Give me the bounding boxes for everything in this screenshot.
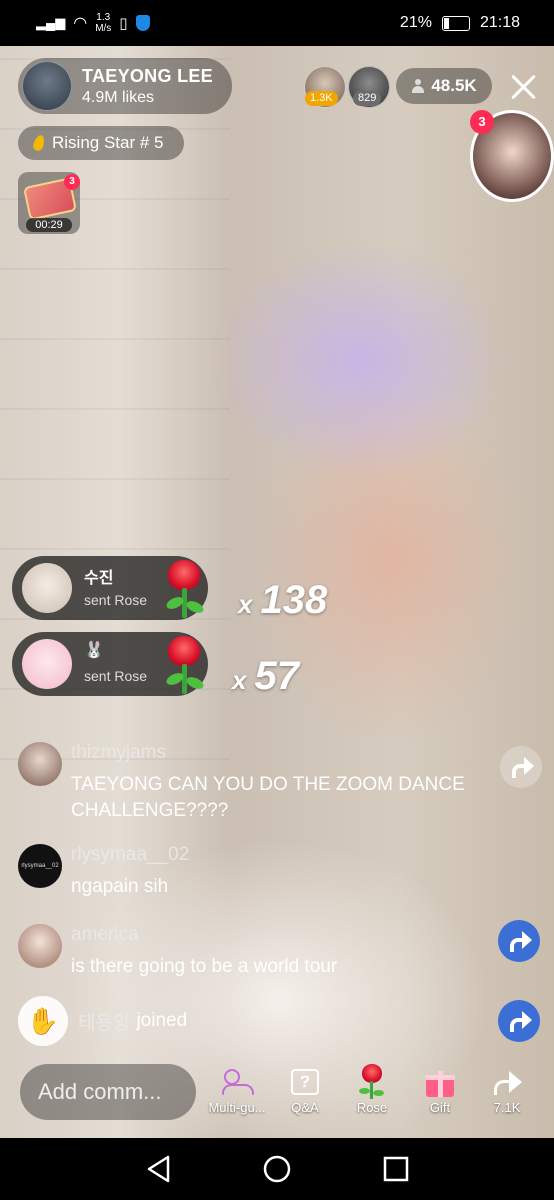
commenter-avatar[interactable]: rlysymaa__02: [18, 844, 62, 888]
battery-icon: [441, 15, 470, 31]
guest-avatar[interactable]: 3: [470, 110, 554, 204]
gift-sender-avatar: [22, 563, 72, 613]
gift-combo-count: x 57: [232, 654, 299, 698]
host-name: TAEYONG LEE: [82, 65, 213, 86]
gift-combo-count: x 138: [238, 578, 328, 622]
joined-username: 태용앙: [78, 1012, 131, 1034]
commenter-username: thizmyjams: [71, 742, 167, 763]
rose-label: Rose: [356, 1100, 388, 1115]
wifi-icon: ◠: [73, 15, 88, 32]
treasure-badge: 3: [64, 174, 80, 190]
comment-text: ngapain sih: [71, 876, 169, 897]
rose-gift-icon: [158, 632, 210, 698]
flame-icon: [31, 133, 47, 153]
gift-sender-name: 수진: [84, 570, 114, 587]
gift-action: sent Rose: [84, 592, 148, 608]
chat-comment[interactable]: thizmyjams TAEYONG CAN YOU DO THE ZOOM D…: [18, 742, 508, 826]
share-button[interactable]: [498, 1000, 540, 1042]
back-triangle-icon: [147, 1155, 170, 1183]
share-comment-button[interactable]: [500, 746, 542, 788]
battery-percent: 21%: [399, 14, 432, 31]
join-notification: ✋ 태용앙 joined: [18, 996, 187, 1046]
qa-button[interactable]: ? Q&A: [272, 1064, 338, 1122]
gift-button[interactable]: Gift: [407, 1064, 473, 1122]
clock: 21:18: [479, 14, 520, 31]
host-likes: 4.9M likes: [82, 88, 155, 106]
vibrate-icon: ▯: [119, 15, 128, 32]
multi-guest-button[interactable]: Multi-gu...: [204, 1064, 270, 1122]
gift-sender-avatar: [22, 639, 72, 689]
share-count: 7.1K: [493, 1100, 521, 1115]
rising-star-pill[interactable]: Rising Star # 5: [18, 126, 184, 160]
recents-square-icon: [383, 1156, 409, 1182]
rose-button[interactable]: Rose: [339, 1064, 405, 1122]
gift-sender-name: 🐰: [84, 642, 104, 659]
status-bar: ▂▄▆ ◠ 1.3 M/s ▯ 21% 21:18: [0, 0, 554, 46]
recents-nav-button[interactable]: [382, 1154, 412, 1184]
comment-input[interactable]: [20, 1064, 196, 1120]
home-nav-button[interactable]: [262, 1154, 292, 1184]
treasure-timer: 00:29: [26, 218, 72, 232]
share-arrow-icon: [491, 1068, 523, 1096]
home-circle-icon: [263, 1155, 291, 1183]
viewer-count: 48.5K: [431, 76, 477, 95]
share-live-button[interactable]: 7.1K: [474, 1064, 540, 1122]
chat-comment[interactable]: rlysymaa__02 rlysymaa__02 ngapain sih: [18, 844, 508, 900]
back-nav-button[interactable]: [146, 1154, 176, 1184]
viewer-count-pill[interactable]: 48.5K: [396, 68, 492, 104]
multi-guest-label: Multi-gu...: [208, 1100, 266, 1115]
network-speed: 1.3 M/s: [95, 12, 112, 34]
commenter-username: america: [71, 924, 139, 945]
signal-icon: ▂▄▆: [36, 15, 66, 30]
share-comment-button[interactable]: [498, 920, 540, 962]
gift-label: Gift: [429, 1100, 451, 1115]
host-avatar[interactable]: [22, 61, 72, 111]
qa-label: Q&A: [291, 1100, 319, 1115]
top-viewer-badge-2: 829: [353, 91, 382, 106]
comment-text: is there going to be a world tour: [71, 956, 338, 977]
close-button[interactable]: [506, 70, 540, 104]
top-viewer-badge-1: 1.3K: [305, 91, 338, 106]
chat-comment[interactable]: america is there going to be a world tou…: [18, 924, 508, 980]
person-icon: [411, 79, 425, 93]
rising-star-label: Rising Star # 5: [52, 133, 164, 152]
system-navigation-bar: [0, 1138, 554, 1200]
rose-gift-icon: [158, 556, 210, 622]
guest-badge: 3: [470, 110, 494, 134]
multi-guest-icon: [222, 1069, 254, 1095]
commenter-avatar[interactable]: [18, 924, 62, 968]
gift-action: sent Rose: [84, 668, 148, 684]
joined-text: joined: [136, 1010, 188, 1031]
rose-icon: [355, 1064, 389, 1100]
treasure-box[interactable]: 3 00:29: [18, 172, 80, 234]
commenter-avatar[interactable]: [18, 742, 62, 786]
wave-hand-icon[interactable]: ✋: [18, 996, 68, 1046]
security-shield-icon: [135, 15, 150, 31]
question-icon: ?: [291, 1069, 319, 1095]
commenter-username: rlysymaa__02: [71, 844, 190, 865]
gift-box-icon: [425, 1067, 455, 1097]
comment-text: TAEYONG CAN YOU DO THE ZOOM DANCE CHALLE…: [71, 774, 465, 821]
host-profile-pill[interactable]: TAEYONG LEE 4.9M likes: [18, 58, 232, 114]
